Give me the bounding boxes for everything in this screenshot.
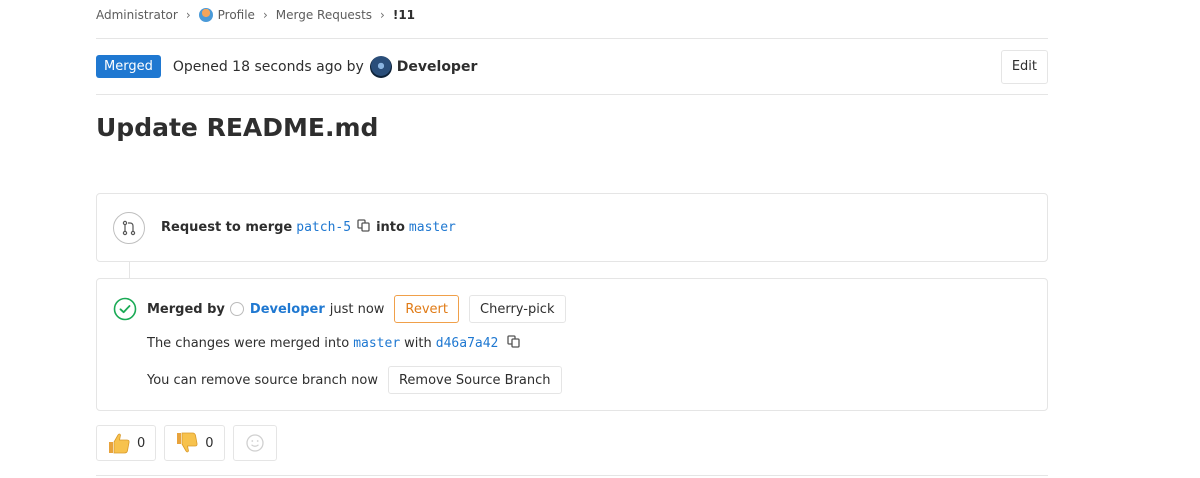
target-branch-link[interactable]: master [353, 336, 400, 351]
divider [96, 94, 1048, 95]
chevron-right-icon: › [185, 8, 191, 22]
merge-request-widget-header: Request to merge patch-5 into master [96, 193, 1048, 262]
revert-button[interactable]: Revert [394, 295, 460, 323]
avatar[interactable] [369, 55, 392, 78]
breadcrumb-administrator[interactable]: Administrator [96, 8, 178, 22]
commit-sha-link[interactable]: d46a7a42 [436, 336, 499, 351]
breadcrumb-profile[interactable]: Profile [218, 8, 255, 22]
thumbs-up-icon [109, 433, 130, 454]
status-success-icon [113, 297, 137, 321]
add-reaction-button[interactable] [232, 425, 277, 461]
opened-info: Opened 18 seconds ago by Developer [172, 55, 478, 78]
remove-branch-info: You can remove source branch now Remove … [147, 366, 562, 394]
into-label: into [376, 220, 405, 235]
opened-text: Opened 18 seconds ago by [172, 58, 364, 75]
thumbsdown-award-button[interactable]: 0 [164, 425, 225, 461]
merged-into-text: The changes were merged into [147, 336, 350, 351]
mr-header: Merged Opened 18 seconds ago by Develope… [96, 39, 1048, 94]
page-title: Update README.md [96, 113, 379, 142]
status-badge: Merged [96, 55, 161, 78]
request-to-merge: Request to merge patch-5 into master [161, 219, 456, 236]
merged-by-row: Merged by Developer just now Revert Cher… [113, 295, 566, 323]
breadcrumb: Administrator › Profile › Merge Requests… [96, 0, 1048, 30]
cherry-pick-button[interactable]: Cherry-pick [469, 295, 566, 323]
chevron-right-icon: › [262, 8, 268, 22]
merged-widget: Merged by Developer just now Revert Cher… [96, 278, 1048, 411]
smiley-icon [245, 434, 264, 452]
edit-button[interactable]: Edit [1000, 49, 1048, 84]
thumbsdown-count: 0 [205, 435, 214, 451]
author-link[interactable]: Developer [397, 59, 478, 75]
project-avatar-icon [198, 8, 213, 22]
divider [96, 475, 1048, 476]
source-branch-link[interactable]: patch-5 [296, 220, 351, 235]
merged-by-label: Merged by [147, 301, 225, 317]
chevron-right-icon: › [380, 8, 385, 22]
with-label: with [404, 336, 432, 351]
merge-request-icon [113, 211, 145, 244]
thumbsup-award-button[interactable]: 0 [96, 425, 157, 461]
remove-source-branch-button[interactable]: Remove Source Branch [387, 366, 562, 394]
merged-into-info: The changes were merged into master with… [147, 335, 526, 352]
breadcrumb-current-mr[interactable]: !11 [393, 8, 415, 22]
merged-by-info: Merged by Developer just now [147, 302, 384, 317]
request-prefix: Request to merge [161, 220, 293, 235]
avatar[interactable] [229, 302, 244, 316]
merged-time: just now [329, 301, 385, 317]
copy-icon[interactable] [507, 335, 521, 352]
thumbsup-count: 0 [137, 435, 146, 451]
widget-connector [129, 262, 130, 278]
award-emoji-bar: 0 0 [96, 425, 1048, 461]
breadcrumb-merge-requests[interactable]: Merge Requests [276, 8, 372, 22]
thumbs-down-icon [177, 432, 198, 453]
target-branch-link[interactable]: master [409, 220, 456, 235]
merged-by-user-link[interactable]: Developer [250, 302, 325, 317]
remove-branch-text: You can remove source branch now [147, 372, 378, 388]
copy-icon[interactable] [357, 219, 370, 236]
merge-request-page: Administrator › Profile › Merge Requests… [96, 0, 1048, 476]
